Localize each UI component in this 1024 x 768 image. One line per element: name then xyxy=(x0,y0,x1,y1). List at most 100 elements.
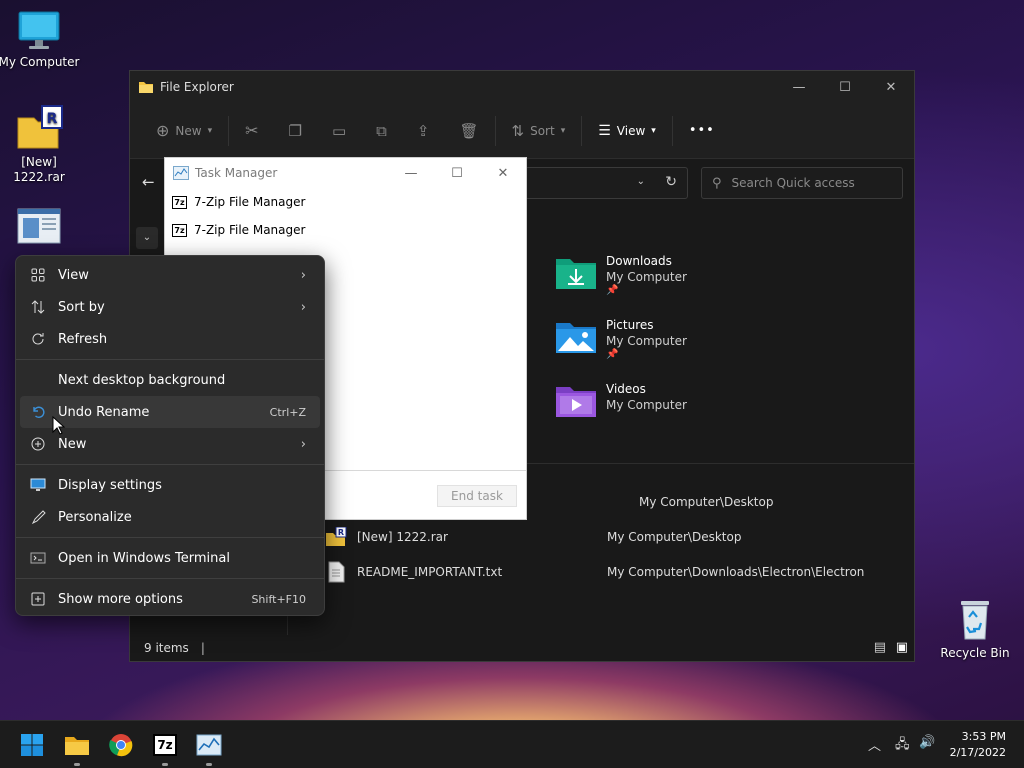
task-manager-titlebar[interactable]: Task Manager — ☐ ✕ xyxy=(165,158,526,188)
show-hidden-icons-chevron[interactable]: ︿ xyxy=(868,735,881,754)
maximize-button[interactable]: ☐ xyxy=(434,158,480,188)
search-icon: ⚲ xyxy=(712,175,722,191)
start-button[interactable] xyxy=(14,727,50,763)
explorer-toolbar: ⊕ New ▾ ✂ ❐ ▭ ⧉ ⇪ 🗑 ⇅ Sort ▾ ☰ View ▾ ••… xyxy=(130,103,914,159)
desktop-icon-recycle-bin[interactable]: Recycle Bin xyxy=(933,597,1017,661)
taskbar-chrome[interactable] xyxy=(103,727,139,763)
status-bar: 9 items | ▤ ▣ xyxy=(130,635,914,661)
more-options-button[interactable]: ••• xyxy=(681,113,723,149)
chevron-right-icon: › xyxy=(300,437,306,452)
rename-button[interactable]: ⧉ xyxy=(368,113,395,149)
search-input[interactable] xyxy=(731,176,882,190)
menu-item-label: Next desktop background xyxy=(58,372,226,388)
paste-button[interactable]: ▭ xyxy=(324,113,354,149)
new-icon xyxy=(30,436,46,452)
chevron-down-icon: ⌄ xyxy=(636,176,645,187)
end-task-button[interactable]: End task xyxy=(437,485,517,507)
menu-item-display-settings[interactable]: Display settings xyxy=(20,469,320,501)
delete-button[interactable]: 🗑 xyxy=(451,113,486,149)
file-name: README_IMPORTANT.txt xyxy=(357,565,503,579)
recent-file-row[interactable]: README_IMPORTANT.txt My Computer\Downloa… xyxy=(325,557,905,587)
start-icon xyxy=(21,734,43,756)
taskbar-7zip[interactable]: 7z xyxy=(147,727,183,766)
rename-icon: ⧉ xyxy=(376,121,387,140)
menu-item-label: Undo Rename xyxy=(58,404,150,420)
address-bar[interactable]: ⌄ ↻ xyxy=(525,167,688,199)
menu-item-open-terminal[interactable]: Open in Windows Terminal xyxy=(20,542,320,574)
menu-separator xyxy=(16,464,324,465)
desktop-icon-label: My Computer xyxy=(0,55,80,69)
process-row[interactable]: 7z 7-Zip File Manager xyxy=(165,188,526,216)
menu-item-view[interactable]: View › xyxy=(20,259,320,291)
refresh-icon[interactable]: ↻ xyxy=(665,174,677,190)
trash-icon: 🗑 xyxy=(459,121,479,140)
view-button-label: View xyxy=(616,123,646,138)
menu-item-show-more-options[interactable]: Show more options Shift+F10 xyxy=(20,583,320,615)
item-count: 9 items xyxy=(144,641,189,655)
sort-button-label: Sort xyxy=(530,123,555,138)
task-manager-icon xyxy=(196,734,222,756)
quick-access-videos[interactable]: Videos My Computer xyxy=(554,381,687,419)
desktop-icon-document[interactable] xyxy=(0,207,81,250)
rar-archive-icon: R xyxy=(17,105,63,149)
menu-item-label: View xyxy=(58,267,89,283)
expand-chevron[interactable]: ⌄ xyxy=(136,227,158,249)
downloads-folder-icon xyxy=(556,259,596,289)
desktop-icon-new-rar[interactable]: R [New] 1222.rar xyxy=(0,104,81,185)
menu-item-sort-by[interactable]: Sort by › xyxy=(20,291,320,323)
quick-access-name: Videos xyxy=(606,382,646,396)
volume-icon[interactable]: 🔊 xyxy=(919,735,935,750)
cut-button[interactable]: ✂ xyxy=(237,113,266,149)
copy-button[interactable]: ❐ xyxy=(281,113,310,149)
new-button[interactable]: ⊕ New ▾ xyxy=(148,113,220,149)
copy-icon: ❐ xyxy=(288,121,302,140)
quick-access-location: My Computer xyxy=(606,398,687,412)
recent-file-row[interactable]: R [New] 1222.rar My Computer\Desktop xyxy=(325,522,905,552)
process-name: 7-Zip File Manager xyxy=(194,195,306,209)
menu-separator xyxy=(16,578,324,579)
more-icon: ••• xyxy=(688,123,715,138)
toolbar-divider xyxy=(581,115,583,146)
explorer-titlebar[interactable]: File Explorer — ☐ ✕ xyxy=(130,71,914,103)
sort-button[interactable]: ⇅ Sort ▾ xyxy=(504,113,574,149)
taskbar-file-explorer[interactable] xyxy=(59,727,95,766)
menu-item-label: Show more options xyxy=(58,591,183,607)
view-button[interactable]: ☰ View ▾ xyxy=(590,113,664,149)
grid-icon xyxy=(30,267,46,283)
tiles-view-icon[interactable]: ▣ xyxy=(896,640,908,655)
menu-item-personalize[interactable]: Personalize xyxy=(20,501,320,533)
search-box[interactable]: ⚲ xyxy=(701,167,903,199)
taskbar: 7z ︿ 🖧 🔊 3:53 PM 2/17/2022 xyxy=(0,720,1024,768)
more-options-icon xyxy=(30,591,46,607)
desktop-icon-label-line1: [New] xyxy=(21,155,57,169)
menu-item-shortcut: Ctrl+Z xyxy=(269,405,306,419)
menu-item-next-background[interactable]: Next desktop background xyxy=(20,364,320,396)
quick-access-downloads[interactable]: Downloads My Computer 📌 xyxy=(554,253,687,296)
7zip-icon: 7z xyxy=(172,195,187,209)
close-button[interactable]: ✕ xyxy=(868,71,914,103)
sort-icon xyxy=(30,299,46,315)
desktop-icon-my-computer[interactable]: My Computer xyxy=(0,10,81,70)
taskbar-task-manager[interactable] xyxy=(191,727,227,766)
menu-item-label: New xyxy=(58,436,87,452)
file-location: My Computer\Desktop xyxy=(607,530,742,544)
pictures-folder-icon xyxy=(556,323,596,353)
menu-item-refresh[interactable]: Refresh xyxy=(20,323,320,355)
details-view-icon[interactable]: ▤ xyxy=(874,640,886,655)
system-clock[interactable]: 3:53 PM 2/17/2022 xyxy=(950,729,1006,761)
share-icon: ⇪ xyxy=(416,121,430,140)
minimize-button[interactable]: — xyxy=(776,71,822,103)
toolbar-divider xyxy=(228,115,230,146)
maximize-button[interactable]: ☐ xyxy=(822,71,868,103)
pin-icon: 📌 xyxy=(606,349,619,360)
back-button[interactable]: ← xyxy=(142,173,155,191)
share-button[interactable]: ⇪ xyxy=(409,113,438,149)
process-row[interactable]: 7z 7-Zip File Manager xyxy=(165,216,526,244)
pin-icon: 📌 xyxy=(606,285,619,296)
quick-access-pictures[interactable]: Pictures My Computer 📌 xyxy=(554,317,687,360)
svg-text:R: R xyxy=(338,528,344,537)
network-icon[interactable]: 🖧 xyxy=(895,735,910,757)
minimize-button[interactable]: — xyxy=(388,158,434,188)
close-button[interactable]: ✕ xyxy=(480,158,526,188)
toolbar-divider xyxy=(671,115,673,146)
